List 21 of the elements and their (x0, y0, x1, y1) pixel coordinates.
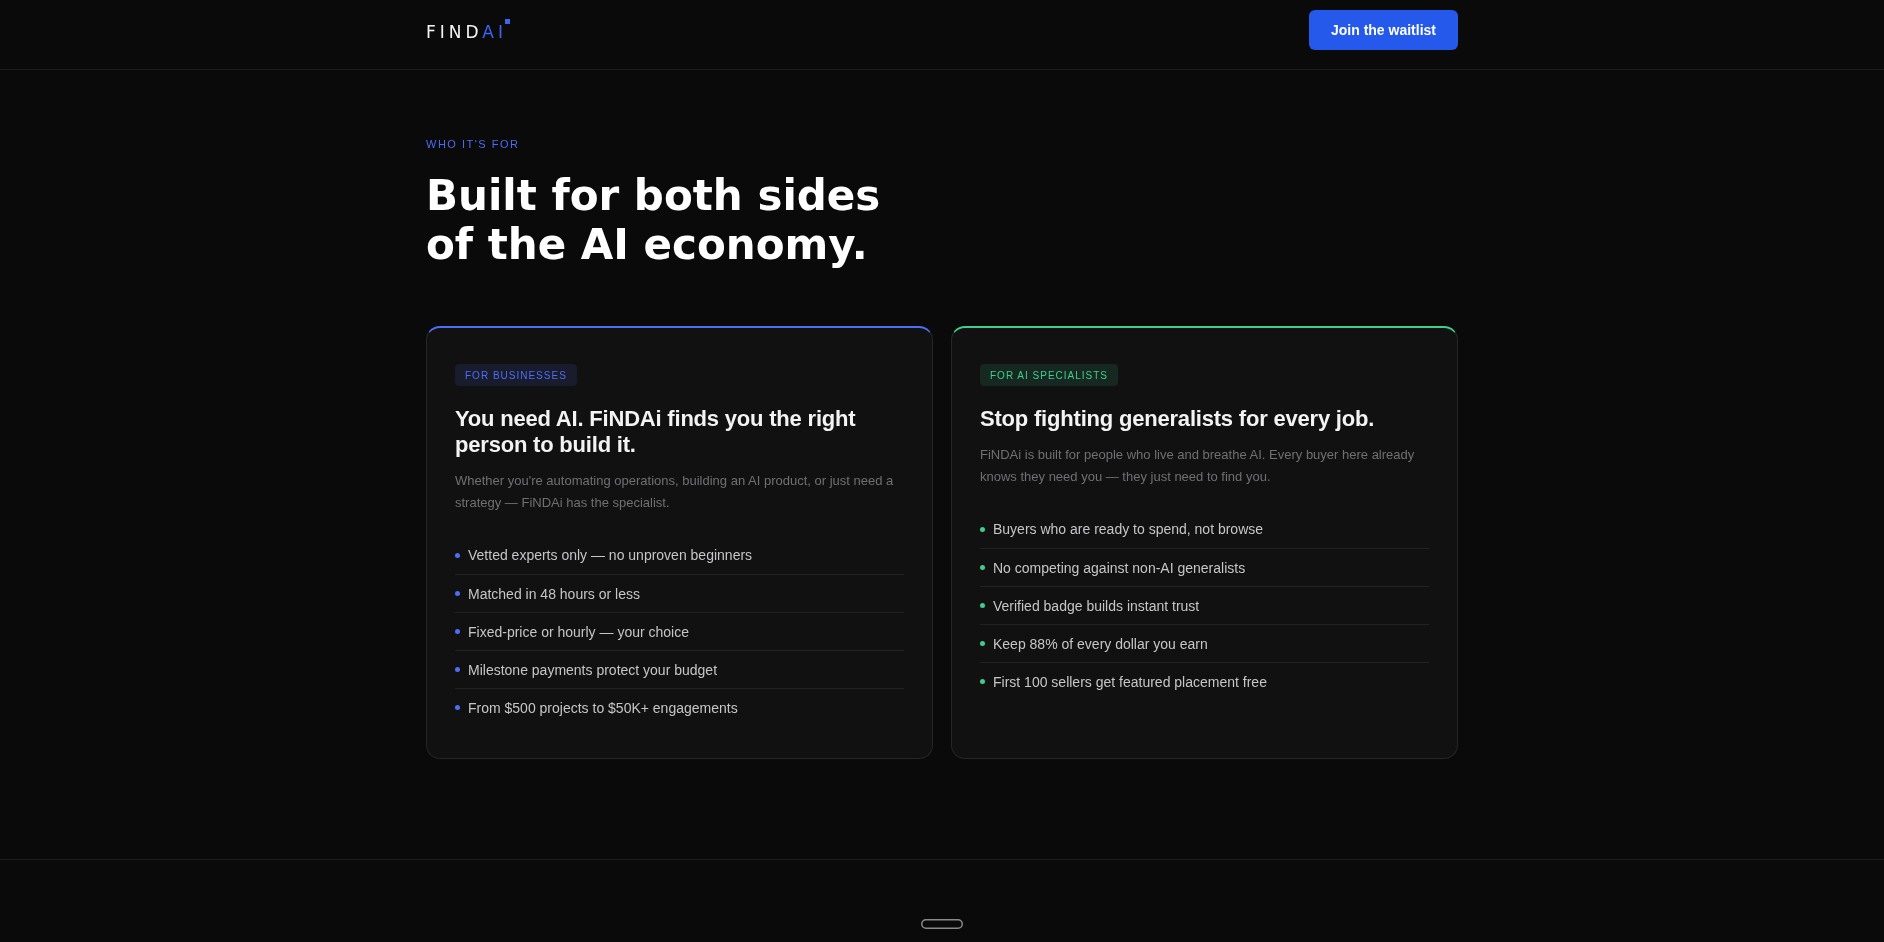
section-heading: Built for both sides of the AI economy. (426, 171, 882, 269)
section-eyebrow: WHO IT'S FOR (426, 137, 520, 151)
feature-text: Buyers who are ready to spend, not browse (993, 521, 1264, 537)
feature-text: Keep 88% of every dollar you earn (993, 635, 1208, 652)
feature-text: Verified badge builds instant trust (993, 597, 1200, 614)
feature-text: No competing against non-AI generalists (993, 559, 1246, 576)
feature-text: From $500 projects to $50K+ engagements (468, 699, 738, 716)
feature-text: Fixed-price or hourly — your choice (468, 623, 689, 640)
logo-text[interactable]: FIND AI (426, 22, 507, 42)
pill-outline-icon (921, 919, 963, 929)
card-title: Stop fighting generalists for every job. (980, 406, 1376, 432)
card-description: FiNDAi is built for people who live and breathe AI. Every buyer here already knows they need you — they just need to find you. (980, 446, 1416, 486)
feature-text: Milestone payments protect your budget (468, 661, 718, 678)
feature-text: Vetted experts only — no unproven beginners (468, 547, 753, 563)
category-badge: FOR AI SPECIALISTS (980, 364, 1119, 386)
feature-text: First 100 sellers get featured placement free (993, 673, 1267, 690)
feature-text: Matched in 48 hours or less (468, 585, 640, 602)
waitlist-button[interactable]: Join the waitlist (1309, 10, 1458, 50)
card-description: Whether you're automating operations, building an AI product, or just need a strategy — FiNDAi has the specialist. (455, 472, 895, 512)
category-badge: FOR BUSINESSES (455, 364, 577, 386)
card-title: You need AI. FiNDAi finds you the right person to build it. (455, 406, 857, 458)
